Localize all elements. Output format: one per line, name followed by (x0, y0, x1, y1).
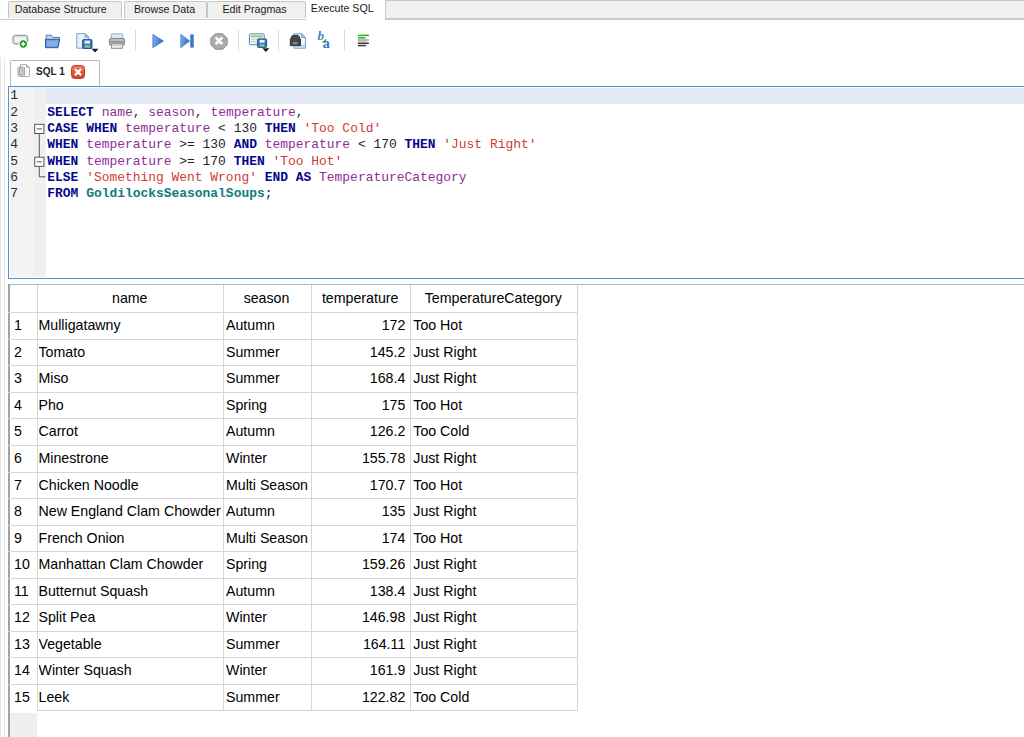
svg-text:a: a (323, 36, 330, 51)
